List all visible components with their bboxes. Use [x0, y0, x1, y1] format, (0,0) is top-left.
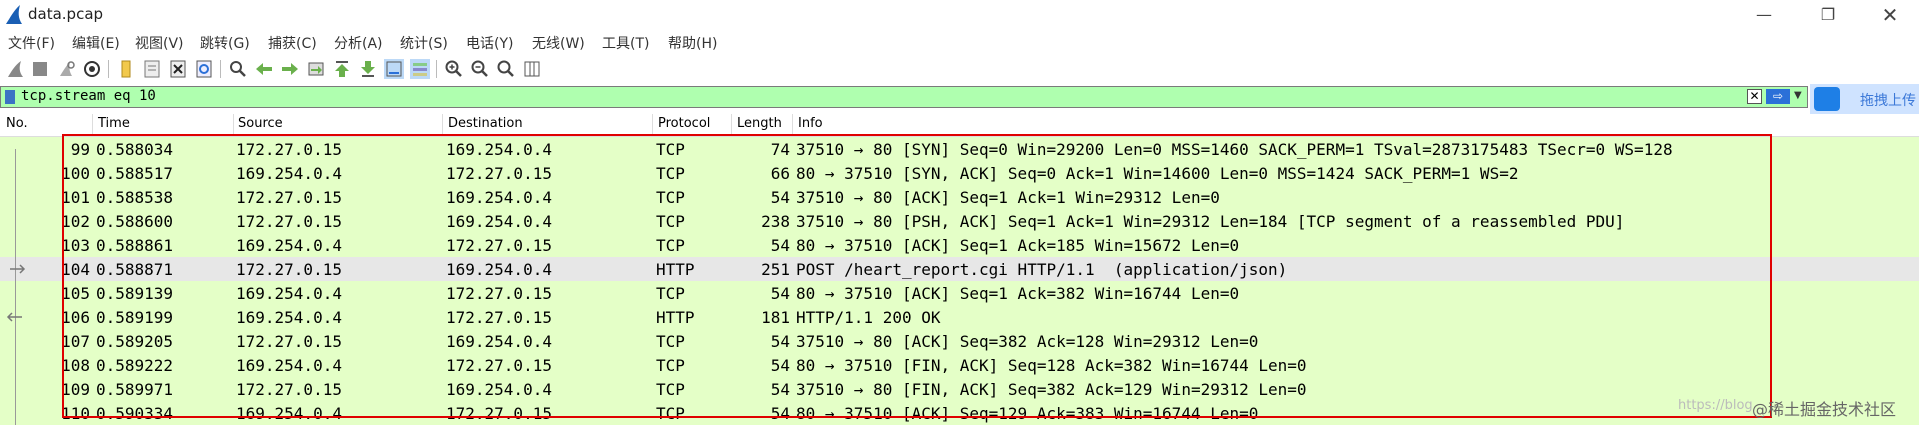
apply-filter-icon[interactable]: ⇨: [1766, 89, 1790, 104]
watermark-url: https://blog: [1678, 398, 1753, 413]
find-packet-icon[interactable]: [228, 59, 248, 79]
reload-file-icon[interactable]: [194, 59, 214, 79]
save-file-icon[interactable]: [142, 59, 162, 79]
minimize-button[interactable]: —: [1744, 2, 1784, 28]
last-packet-icon[interactable]: [358, 59, 378, 79]
highlight-box: [62, 134, 1772, 418]
menu-view[interactable]: 视图(V): [135, 33, 184, 53]
menu-telephony[interactable]: 电话(Y): [466, 33, 513, 53]
menu-go[interactable]: 跳转(G): [200, 33, 250, 53]
go-back-icon[interactable]: [254, 59, 274, 79]
filter-bookmark-icon[interactable]: [5, 90, 15, 104]
column-divider[interactable]: [731, 114, 732, 136]
go-forward-icon[interactable]: [280, 59, 300, 79]
menu-wireless[interactable]: 无线(W): [532, 33, 585, 53]
zoom-in-icon[interactable]: [444, 59, 464, 79]
toolbar-separator: [220, 60, 221, 78]
column-header-protocol[interactable]: Protocol: [658, 116, 710, 131]
wireshark-fin-icon: [6, 5, 22, 24]
toolbar-separator: [108, 60, 109, 78]
clear-filter-icon[interactable]: ✕: [1747, 89, 1762, 104]
title-bar: data.pcap — ❐ ✕: [0, 0, 1919, 30]
capture-options-icon[interactable]: [82, 59, 102, 79]
column-header-source[interactable]: Source: [238, 116, 283, 131]
close-button[interactable]: ✕: [1870, 2, 1910, 28]
menu-statistics[interactable]: 统计(S): [400, 33, 448, 53]
menu-edit[interactable]: 编辑(E): [72, 33, 120, 53]
menu-capture[interactable]: 捕获(C): [268, 33, 317, 53]
menu-help[interactable]: 帮助(H): [668, 33, 717, 53]
zoom-out-icon[interactable]: [470, 59, 490, 79]
display-filter-bar[interactable]: tcp.stream eq 10 ✕ ⇨ ▼: [0, 86, 1808, 108]
menu-file[interactable]: 文件(F): [8, 33, 55, 53]
autoscroll-icon[interactable]: [384, 59, 404, 79]
conversation-tree-line: [15, 149, 16, 425]
open-file-icon[interactable]: [116, 59, 136, 79]
column-header-no[interactable]: No.: [6, 116, 28, 131]
start-capture-icon[interactable]: [6, 59, 26, 79]
first-packet-icon[interactable]: [332, 59, 352, 79]
column-divider[interactable]: [92, 114, 93, 136]
column-header-time[interactable]: Time: [98, 116, 130, 131]
column-header-destination[interactable]: Destination: [448, 116, 523, 131]
menu-tools[interactable]: 工具(T): [602, 33, 649, 53]
display-filter-input[interactable]: tcp.stream eq 10: [21, 88, 156, 104]
close-file-icon[interactable]: [168, 59, 188, 79]
restore-button[interactable]: ❐: [1808, 2, 1848, 28]
colorize-icon[interactable]: [410, 59, 430, 79]
main-toolbar: [0, 54, 1919, 84]
chevron-down-icon[interactable]: ▼: [1794, 90, 1802, 101]
cloud-logo-icon: [1814, 87, 1840, 111]
window-title: data.pcap: [28, 5, 104, 23]
stop-capture-icon[interactable]: [30, 59, 50, 79]
column-header-length[interactable]: Length: [737, 116, 782, 131]
menu-analyze[interactable]: 分析(A): [334, 33, 383, 53]
response-arrow-icon: [6, 312, 22, 322]
go-to-packet-icon[interactable]: [306, 59, 326, 79]
column-divider[interactable]: [442, 114, 443, 136]
resize-columns-icon[interactable]: [522, 59, 542, 79]
upload-widget-label: 拖拽上传: [1860, 93, 1916, 109]
toolbar-separator: [436, 60, 437, 78]
column-divider[interactable]: [792, 114, 793, 136]
restart-capture-icon[interactable]: [56, 59, 76, 79]
normal-size-icon[interactable]: [496, 59, 516, 79]
upload-widget[interactable]: 拖拽上传: [1810, 84, 1919, 114]
column-header-info[interactable]: Info: [798, 116, 823, 131]
watermark-text: @稀土掘金技术社区: [1752, 400, 1897, 419]
column-divider[interactable]: [652, 114, 653, 136]
menu-bar: 文件(F) 编辑(E) 视图(V) 跳转(G) 捕获(C) 分析(A) 统计(S…: [0, 30, 1919, 54]
request-arrow-icon: [10, 264, 26, 274]
column-divider[interactable]: [233, 114, 234, 136]
